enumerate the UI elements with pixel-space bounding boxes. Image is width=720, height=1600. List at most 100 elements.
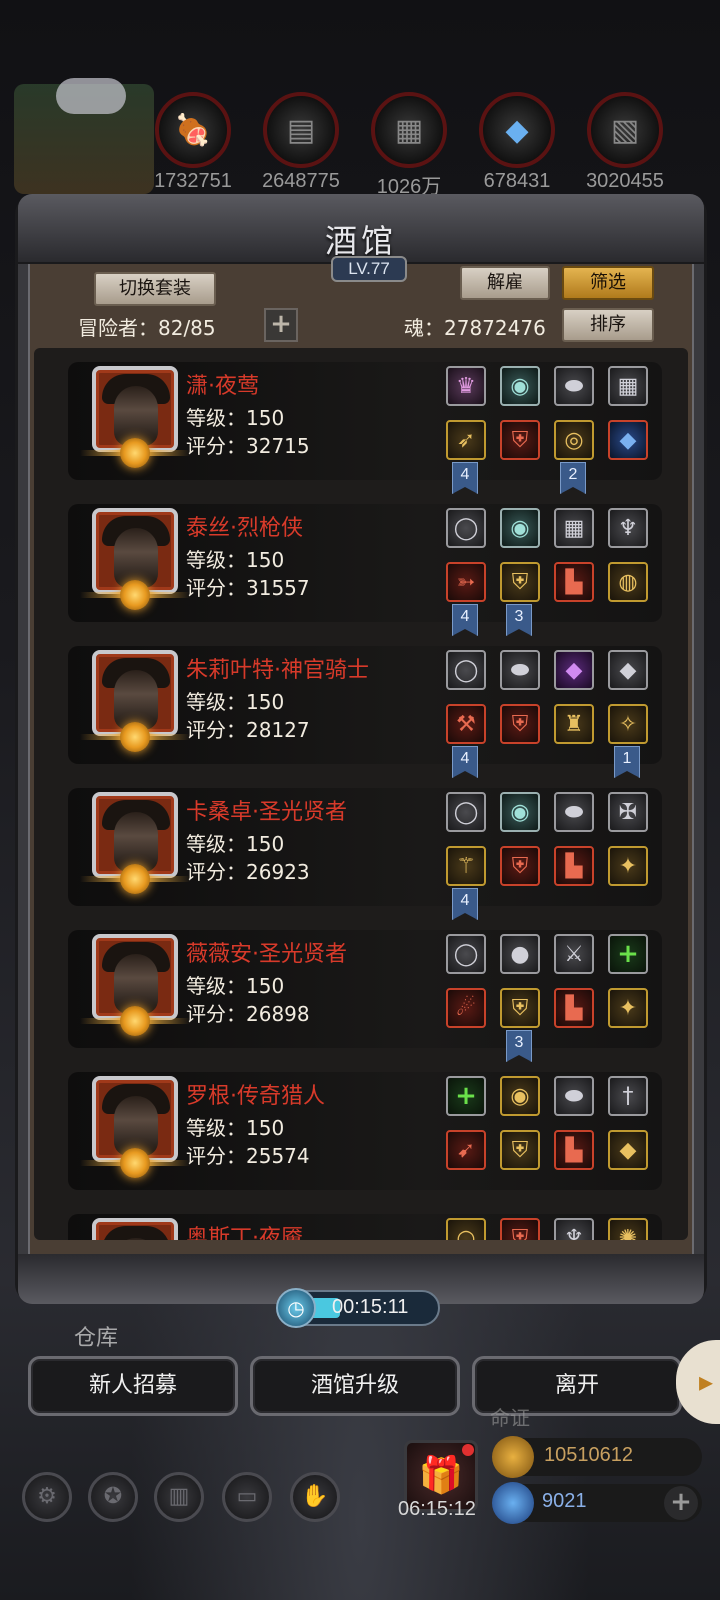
teal-amulet-icon[interactable]: ◉: [500, 366, 540, 406]
resource-iron: ▧ 3020455: [582, 92, 668, 193]
filter-button[interactable]: 筛选: [562, 266, 654, 300]
armor-icon[interactable]: ⛨: [500, 846, 540, 886]
hero-name: 薇薇安·圣光贤者: [186, 942, 347, 967]
dagger-icon[interactable]: †: [608, 1076, 648, 1116]
partial-label: 命证: [490, 1406, 530, 1430]
gold-orb-icon[interactable]: ✺: [608, 1218, 648, 1240]
gift-timer: 06:15:12: [398, 1498, 476, 1520]
teal-amulet-icon[interactable]: ◉: [500, 792, 540, 832]
book-icon[interactable]: ▥: [154, 1472, 204, 1522]
ring-icon[interactable]: ◎: [554, 420, 594, 460]
hero-level: 等级：150: [186, 690, 285, 714]
hero-score: 评分：31557: [186, 576, 310, 600]
silver-ring-icon[interactable]: ◯: [446, 650, 486, 690]
hero-row[interactable]: 朱莉叶特·神官骑士 等级：150 评分：28127 ◯ ⬬ ◆ ◆ ⚒ ⛨ ♜ ✧: [68, 646, 662, 764]
stone-icon[interactable]: ⬬: [554, 1076, 594, 1116]
set-bonus-tag: 2: [560, 462, 586, 494]
star-rank-icon: [120, 864, 150, 894]
hero-name: 奥斯丁·夜魇: [186, 1226, 303, 1240]
hero-level: 等级：150: [186, 548, 285, 572]
hero-row[interactable]: 罗根·传奇猎人 等级：150 评分：25574 + ◉ ⬬ † ➹ ⛨ ▙ ◆: [68, 1072, 662, 1190]
boots-icon[interactable]: ▙: [554, 1130, 594, 1170]
purple-gem-icon[interactable]: ◆: [608, 650, 648, 690]
bracelet-icon[interactable]: ○: [446, 1218, 486, 1240]
resource-stone: ▦ 1026万: [366, 92, 452, 199]
hero-icon[interactable]: ✪: [88, 1472, 138, 1522]
stone-icon[interactable]: ⬬: [554, 366, 594, 406]
hero-row[interactable]: 奥斯丁·夜魇 ○ ⛨ ♆ ✺: [68, 1214, 662, 1240]
gold-amulet-icon[interactable]: ◉: [500, 1076, 540, 1116]
crossbow-icon[interactable]: ➹: [446, 1130, 486, 1170]
map-icon[interactable]: ▭: [222, 1472, 272, 1522]
pink-crown-icon[interactable]: ♛: [446, 366, 486, 406]
boots-icon[interactable]: ▙: [554, 846, 594, 886]
purple-orb-icon[interactable]: ●: [500, 934, 540, 974]
staff-icon[interactable]: ⚚: [446, 846, 486, 886]
armor-icon[interactable]: ⛨: [500, 420, 540, 460]
stone-icon[interactable]: ⬬: [500, 650, 540, 690]
hero-score: 评分：32715: [186, 434, 310, 458]
musket-icon[interactable]: ➳: [446, 562, 486, 602]
silver-ring-icon[interactable]: ◯: [446, 508, 486, 548]
pendant-icon[interactable]: ✦: [608, 988, 648, 1028]
hero-name: 卡桑卓·圣光贤者: [186, 800, 347, 825]
pendant-icon[interactable]: ✦: [608, 846, 648, 886]
silver-ring-icon[interactable]: ◯: [446, 792, 486, 832]
face-icon: [114, 1096, 158, 1156]
blue-gem-icon[interactable]: ◆: [608, 420, 648, 460]
purple-gem-icon[interactable]: ◆: [554, 650, 594, 690]
armor-icon[interactable]: ⛨: [500, 562, 540, 602]
face-icon: [114, 386, 158, 446]
chainmail-icon[interactable]: ▦: [554, 508, 594, 548]
recruit-button[interactable]: 新人招募: [28, 1356, 238, 1416]
set-bonus-tag: 4: [452, 746, 478, 778]
helmet-icon[interactable]: ♜: [554, 704, 594, 744]
hammer-icon[interactable]: ⚒: [446, 704, 486, 744]
sort-button[interactable]: 排序: [562, 308, 654, 342]
armor-icon[interactable]: ⛨: [500, 704, 540, 744]
boots-icon[interactable]: ▙: [554, 988, 594, 1028]
add-icon[interactable]: +: [446, 1076, 486, 1116]
silver-ring-icon[interactable]: ◯: [446, 934, 486, 974]
boots-icon[interactable]: ▙: [554, 562, 594, 602]
stone-icon[interactable]: ⬬: [554, 792, 594, 832]
hero-portrait[interactable]: [92, 1218, 178, 1240]
gold-value: 10510612: [544, 1444, 633, 1466]
rune-icon[interactable]: ✠: [608, 792, 648, 832]
spear-icon[interactable]: ➶: [446, 420, 486, 460]
hero-row[interactable]: 薇薇安·圣光贤者 等级：150 评分：26898 ◯ ● ⚔ + ☄ ⛨ ▙ ✦: [68, 930, 662, 1048]
hero-list-viewport[interactable]: 潇·夜莺 等级：150 评分：32715 ♛ ◉ ⬬ ▦ ➶ ⛨ ◎ ◆ 4 2 泰丝·烈枪侠 等级：150…: [34, 348, 688, 1240]
tavern-upgrade-button[interactable]: 酒馆升级: [250, 1356, 460, 1416]
add-icon[interactable]: +: [608, 934, 648, 974]
hero-row[interactable]: 卡桑卓·圣光贤者 等级：150 评分：26923 ◯ ◉ ⬬ ✠ ⚚ ⛨ ▙ ✦: [68, 788, 662, 906]
set-bonus-tag: 3: [506, 1030, 532, 1062]
crystal-icon: ◆: [479, 92, 555, 168]
teal-amulet-icon[interactable]: ◉: [500, 508, 540, 548]
dismiss-button[interactable]: 解雇: [460, 266, 550, 300]
axe-icon[interactable]: ⚔: [554, 934, 594, 974]
dark-ring-icon[interactable]: ◍: [608, 562, 648, 602]
add-gems-button[interactable]: +: [664, 1486, 698, 1520]
set-bonus-tag: 3: [506, 604, 532, 636]
hero-row[interactable]: 泰丝·烈枪侠 等级：150 评分：31557 ◯ ◉ ▦ ♆ ➳ ⛨ ▙ ◍: [68, 504, 662, 622]
lantern-icon[interactable]: ♆: [608, 508, 648, 548]
switch-outfit-button[interactable]: 切换套装: [94, 272, 216, 306]
timer-text: 00:15:11: [332, 1296, 409, 1318]
armor-icon[interactable]: ⛨: [500, 1130, 540, 1170]
face-icon: [114, 954, 158, 1014]
timer-bar: ◷ 00:15:11: [276, 1288, 440, 1328]
settings-icon[interactable]: ⚙: [22, 1472, 72, 1522]
purple-gem-icon[interactable]: ◆: [608, 1130, 648, 1170]
add-capacity-button[interactable]: +: [264, 308, 298, 342]
lantern-icon[interactable]: ♆: [554, 1218, 594, 1240]
claw-icon[interactable]: ☄: [446, 988, 486, 1028]
storage-label: 仓库: [74, 1326, 119, 1351]
armor-icon[interactable]: ⛨: [500, 1218, 540, 1240]
necklace-icon[interactable]: ✧: [608, 704, 648, 744]
star-rank-icon: [120, 580, 150, 610]
purple-armor-icon[interactable]: ⛨: [500, 988, 540, 1028]
face-icon: [114, 812, 158, 872]
handshake-icon[interactable]: ✋: [290, 1472, 340, 1522]
hero-level: 等级：150: [186, 1116, 285, 1140]
chainmail-icon[interactable]: ▦: [608, 366, 648, 406]
